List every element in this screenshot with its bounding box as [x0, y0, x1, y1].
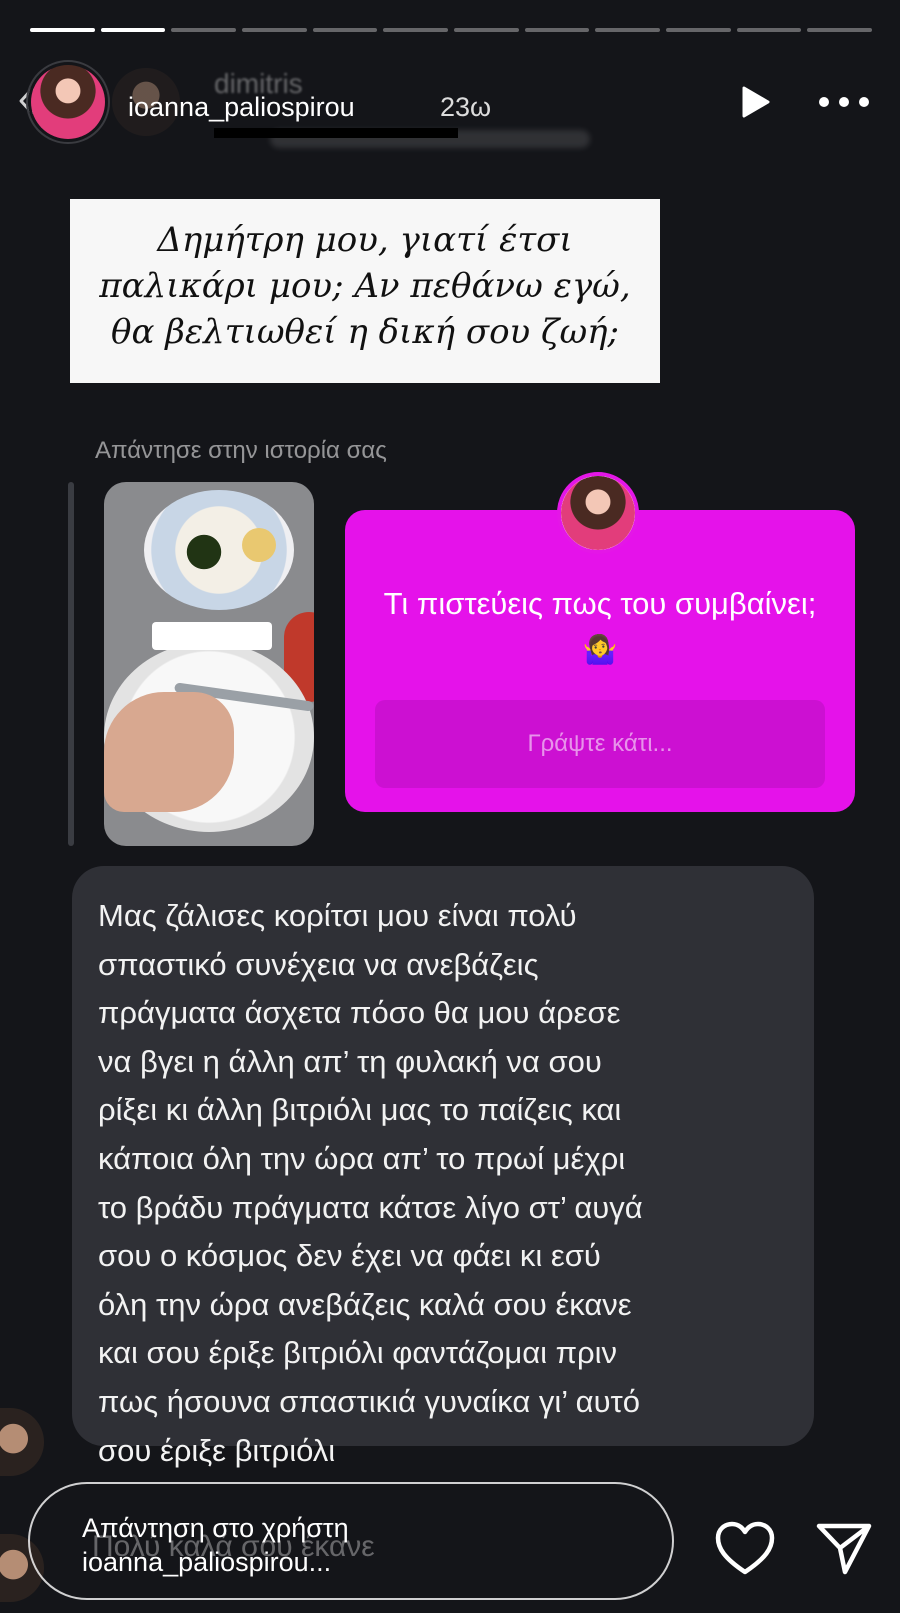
message-line: και σου έριξε βιτριόλι φαντάζομαι πριν — [98, 1335, 618, 1371]
progress-segment — [312, 28, 378, 32]
progress-segment — [242, 28, 307, 32]
message-line: σου ο κόσμος δεν έχει να φάει κι εσύ — [98, 1238, 601, 1274]
reply-context-label: Απάντησε στην ιστορία σας — [95, 437, 387, 464]
progress-segment — [595, 28, 661, 32]
message-line: σπαστικό συνέχεια να ανεβάζεις — [98, 946, 539, 982]
reply-indicator-bar — [68, 482, 74, 846]
play-icon[interactable] — [736, 84, 772, 120]
hand-image — [104, 692, 234, 812]
message-bubble[interactable]: Μας ζάλισες κορίτσι μου είναι πολύ σπαστ… — [72, 866, 814, 1468]
message-line: όλη την ώρα ανεβάζεις καλά σου έκανε — [98, 1286, 632, 1322]
quote-line: θα βελτιωθεί η δική σου ζωή; — [111, 312, 619, 352]
story-progress-bar — [30, 28, 873, 32]
question-text: Τι πιστεύεις πως του συμβαίνει; 🤷‍♀️ — [375, 582, 825, 672]
story-header: dimitris ioanna_paliospirou 23ω — [0, 60, 900, 148]
story-time: 23ω — [440, 92, 492, 122]
message-line: Μας ζάλισες κορίτσι μου είναι πολύ — [98, 898, 577, 933]
plate-food — [242, 528, 276, 562]
placeholder-line: ioanna_paliospirou... — [82, 1547, 332, 1577]
progress-segment — [666, 28, 731, 32]
progress-segment — [524, 28, 590, 32]
more-horizontal-icon[interactable] — [816, 84, 872, 120]
placeholder-line: Απάντηση στο χρήστη — [82, 1513, 349, 1543]
question-sticker-avatar — [557, 472, 639, 554]
avatar-image — [561, 476, 635, 550]
progress-segment — [383, 28, 449, 32]
message-line: το βράδυ πράγματα κάτσε λίγο στ’ αυγά — [98, 1189, 643, 1225]
quote-line: Δημήτρη μου, γιατί έτσι — [157, 220, 573, 260]
redaction-bar — [214, 128, 458, 138]
progress-segment — [30, 28, 95, 32]
reply-input-placeholder: Απάντηση στο χρήστη ioanna_paliospirou..… — [82, 1511, 349, 1579]
message-line: σου έριξε βιτριόλι — [98, 1432, 336, 1468]
question-answer-field[interactable]: Γράψτε κάτι... — [375, 700, 825, 788]
message-line: κάποια όλη την ώρα απ’ το πρωί μέχρι — [98, 1140, 626, 1176]
question-label: Τι πιστεύεις πως του συμβαίνει; — [383, 586, 817, 621]
avatar[interactable] — [26, 60, 110, 144]
shrug-emoji-icon: 🤷‍♀️ — [582, 633, 618, 665]
story-username[interactable]: ioanna_paliospirou — [128, 92, 355, 123]
heart-icon[interactable] — [714, 1520, 776, 1578]
avatar-image — [31, 65, 105, 139]
plate-food — [184, 522, 234, 582]
progress-segment — [807, 28, 873, 32]
question-sticker[interactable]: Τι πιστεύεις πως του συμβαίνει; 🤷‍♀️ Γράψ… — [345, 510, 855, 812]
replied-story-thumbnail[interactable] — [104, 482, 314, 846]
thumbnail-caption — [152, 622, 272, 650]
sender-avatar — [0, 1408, 44, 1476]
message-line: να βγει η άλλη απ’ τη φυλακή να σου — [98, 1043, 602, 1079]
progress-segment — [736, 28, 802, 32]
send-icon[interactable] — [814, 1520, 874, 1578]
progress-segment — [100, 28, 166, 32]
message-line: πράγματα άσχετα πόσο θα μου άρεσε — [98, 995, 621, 1031]
progress-segment — [171, 28, 237, 32]
progress-segment — [454, 28, 519, 32]
message-line: ρίξει κι άλλη βιτριόλι μας το παίζεις κα… — [98, 1092, 622, 1128]
story-text-box: Δημήτρη μου, γιατί έτσι παλικάρι μου; Αν… — [70, 199, 660, 383]
quote-line: παλικάρι μου; Αν πεθάνω εγώ, — [99, 266, 631, 306]
message-line: πως ήσουνα σπαστικιά γυναίκα γι’ αυτό — [98, 1383, 641, 1419]
